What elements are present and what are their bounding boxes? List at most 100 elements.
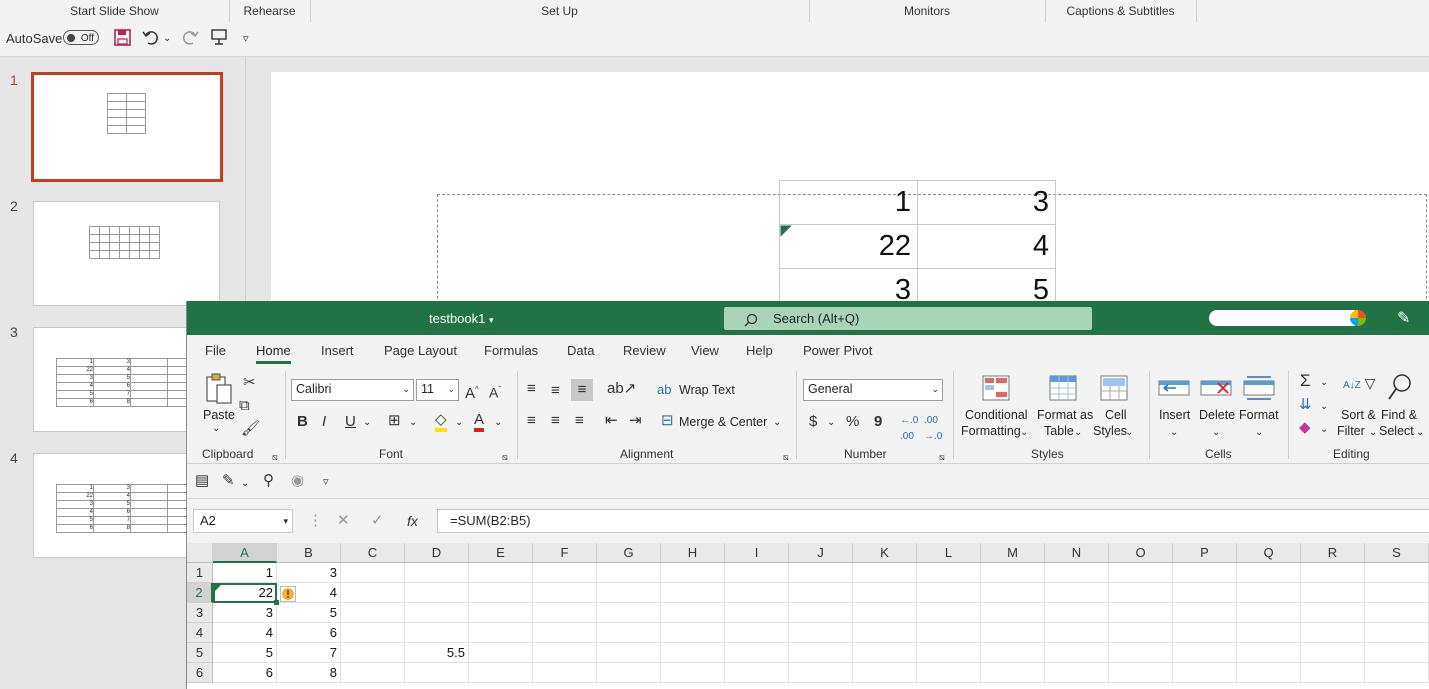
cell-k4[interactable] [853, 623, 917, 643]
row-header-5[interactable]: 5 [187, 643, 213, 663]
dialog-launcher-icon[interactable]: ⧅ [783, 449, 789, 465]
tab-page-layout[interactable]: Page Layout [384, 343, 457, 358]
bottom-align-icon[interactable]: ≡ [571, 379, 593, 401]
cell-k6[interactable] [853, 663, 917, 683]
cell-p5[interactable] [1173, 643, 1237, 663]
column-header-k[interactable]: K [853, 543, 917, 563]
cell-n5[interactable] [1045, 643, 1109, 663]
cell-b1[interactable]: 3 [277, 563, 341, 583]
cell-r5[interactable] [1301, 643, 1365, 663]
cell-g5[interactable] [597, 643, 661, 663]
cut-icon[interactable]: ✂ [243, 375, 256, 391]
column-header-e[interactable]: E [469, 543, 533, 563]
comma-button[interactable]: 9 [874, 414, 882, 430]
row-header-6[interactable]: 6 [187, 663, 213, 683]
cell-o4[interactable] [1109, 623, 1173, 643]
cell-g3[interactable] [597, 603, 661, 623]
top-align-icon[interactable]: ≡ [527, 381, 536, 397]
chevron-down-icon[interactable]: ⌄ [827, 415, 835, 431]
font-size-select[interactable]: 11 ⌄ [416, 379, 459, 401]
cell-n6[interactable] [1045, 663, 1109, 683]
autosave-toggle[interactable]: Off [63, 30, 99, 45]
sort-filter-icon[interactable]: A↓Z ▽ [1343, 375, 1375, 394]
redo-icon[interactable] [181, 28, 199, 46]
insert-function-button[interactable]: fx [407, 513, 418, 529]
column-header-l[interactable]: L [917, 543, 981, 563]
align-left-icon[interactable]: ≡ [527, 413, 536, 429]
cell-l4[interactable] [917, 623, 981, 643]
cancel-icon[interactable]: ✕ [337, 513, 350, 529]
undo-icon[interactable] [142, 28, 160, 46]
cell-b6[interactable]: 8 [277, 663, 341, 683]
cell-m4[interactable] [981, 623, 1045, 643]
cell-r3[interactable] [1301, 603, 1365, 623]
present-from-beginning-icon[interactable] [210, 28, 228, 46]
paste-label[interactable]: Paste [203, 408, 235, 422]
cell-c5[interactable] [341, 643, 405, 663]
conditional-formatting-label-2[interactable]: Formatting [961, 424, 1021, 438]
bold-button[interactable]: B [297, 414, 308, 430]
column-header-q[interactable]: Q [1237, 543, 1301, 563]
cell-h5[interactable] [661, 643, 725, 663]
tab-data[interactable]: Data [567, 343, 594, 358]
cell-s4[interactable] [1365, 623, 1429, 643]
cell-k1[interactable] [853, 563, 917, 583]
cell-r6[interactable] [1301, 663, 1365, 683]
cell-m2[interactable] [981, 583, 1045, 603]
increase-indent-icon[interactable]: ⇥ [629, 413, 642, 429]
cell-styles-label-1[interactable]: Cell [1105, 408, 1127, 422]
cell-k2[interactable] [853, 583, 917, 603]
paste-icon[interactable] [204, 373, 234, 409]
pen-icon[interactable]: ✎ [1397, 308, 1410, 328]
chevron-down-icon[interactable]: ⌄ [1320, 422, 1328, 438]
cell-m5[interactable] [981, 643, 1045, 663]
cell-m3[interactable] [981, 603, 1045, 623]
tab-help[interactable]: Help [746, 343, 773, 358]
column-header-m[interactable]: M [981, 543, 1045, 563]
cell-o2[interactable] [1109, 583, 1173, 603]
cell-m1[interactable] [981, 563, 1045, 583]
cell-f5[interactable] [533, 643, 597, 663]
account-area[interactable] [1209, 310, 1361, 326]
tab-formulas[interactable]: Formulas [484, 343, 538, 358]
chevron-down-icon[interactable]: ⌄ [1320, 375, 1328, 391]
cell-g6[interactable] [597, 663, 661, 683]
insert-label[interactable]: Insert [1159, 408, 1190, 422]
cell-j3[interactable] [789, 603, 853, 623]
chevron-down-icon[interactable]: ⌄ [212, 423, 220, 434]
increase-font-size-icon[interactable]: A^ [465, 382, 479, 402]
customize-qat-icon[interactable]: ▿ [243, 30, 249, 48]
dialog-launcher-icon[interactable]: ⧅ [272, 449, 278, 465]
cell-b5[interactable]: 7 [277, 643, 341, 663]
find-select-label-2[interactable]: Select [1379, 424, 1414, 438]
cell-styles-label-2[interactable]: Styles [1093, 424, 1127, 438]
cell-l2[interactable] [917, 583, 981, 603]
cell-d6[interactable] [405, 663, 469, 683]
cell-h1[interactable] [661, 563, 725, 583]
chevron-down-icon[interactable]: ⌄ [1074, 425, 1082, 441]
cell-g2[interactable] [597, 583, 661, 603]
tab-view[interactable]: View [691, 343, 719, 358]
cell-c2[interactable] [341, 583, 405, 603]
cell-s6[interactable] [1365, 663, 1429, 683]
cell-i1[interactable] [725, 563, 789, 583]
slide-cell[interactable]: 1 [779, 180, 918, 225]
cell-n1[interactable] [1045, 563, 1109, 583]
accessibility-icon[interactable]: ⚲ [263, 473, 274, 489]
column-header-h[interactable]: H [661, 543, 725, 563]
cell-g4[interactable] [597, 623, 661, 643]
chevron-down-icon[interactable]: ⌄ [363, 415, 371, 431]
slide-cell[interactable]: 4 [917, 224, 1056, 269]
edit-icon[interactable]: ✎ [222, 473, 235, 489]
format-as-table-icon[interactable] [1049, 375, 1079, 405]
cell-q4[interactable] [1237, 623, 1301, 643]
slide-cell[interactable]: 3 [917, 180, 1056, 225]
cell-a1[interactable]: 1 [213, 563, 277, 583]
cell-i4[interactable] [725, 623, 789, 643]
column-header-i[interactable]: I [725, 543, 789, 563]
formula-input[interactable]: =SUM(B2:B5) [437, 509, 1429, 533]
cell-e6[interactable] [469, 663, 533, 683]
align-center-icon[interactable]: ≡ [551, 413, 560, 429]
font-name-select[interactable]: Calibri ⌄ [291, 379, 414, 401]
cell-n3[interactable] [1045, 603, 1109, 623]
